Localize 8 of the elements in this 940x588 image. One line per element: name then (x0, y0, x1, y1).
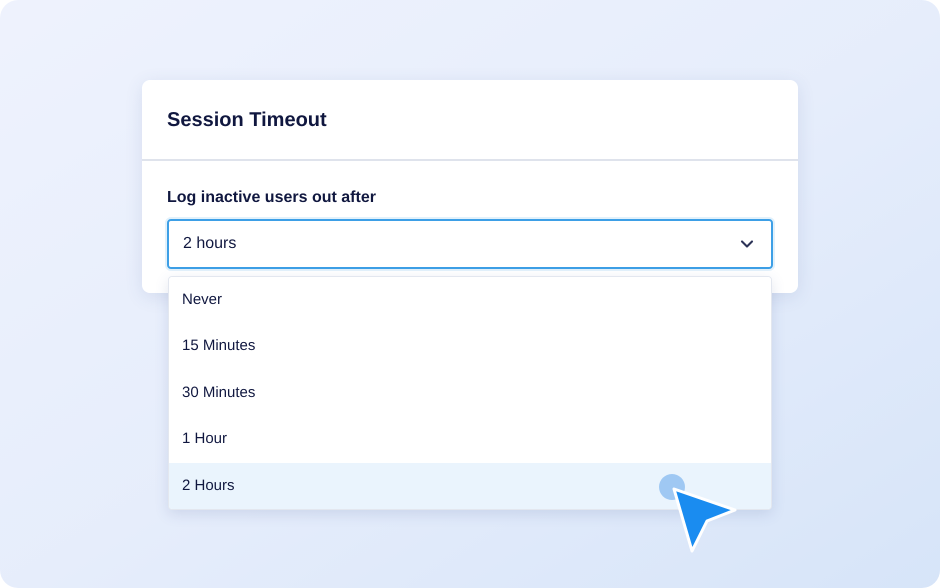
dropdown-option[interactable]: 30 Minutes (169, 370, 771, 416)
field-label: Log inactive users out after (167, 188, 377, 208)
dropdown-option[interactable]: 15 Minutes (169, 323, 771, 370)
timeout-select[interactable]: 2 hours (167, 219, 773, 269)
card-title: Session Timeout (167, 108, 327, 132)
dropdown-option[interactable]: Never (169, 277, 771, 324)
dropdown-option[interactable]: 1 Hour (169, 416, 771, 463)
dropdown-option[interactable]: 2 Hours (169, 462, 771, 509)
